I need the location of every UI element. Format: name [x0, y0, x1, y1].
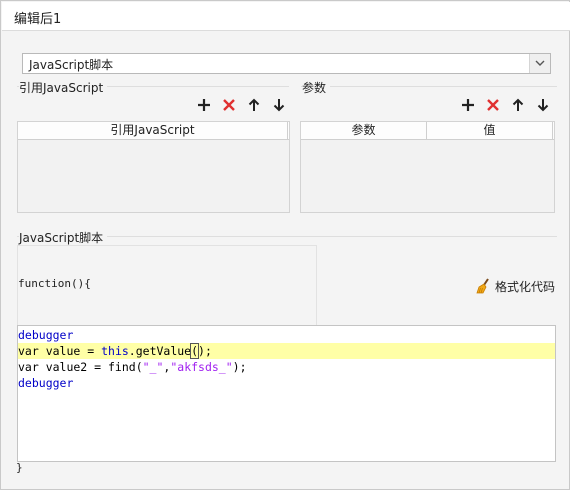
code-token: );: [232, 360, 247, 374]
param-section-label: 参数: [302, 79, 331, 96]
code-token: "akfsds_": [170, 360, 233, 374]
plus-icon[interactable]: [460, 97, 478, 115]
code-editor[interactable]: debugger var value = this.getValue(); var …: [17, 325, 556, 462]
function-header: function(){: [18, 277, 91, 290]
code-line[interactable]: var value = this.getValue();: [18, 343, 555, 359]
function-closing-brace: }: [16, 461, 23, 474]
window-title: 编辑后1: [14, 12, 62, 27]
column-header-value[interactable]: 值: [427, 122, 553, 139]
params-grid-header: 参数 值: [301, 122, 554, 140]
plus-icon[interactable]: [196, 97, 214, 115]
code-token: (: [190, 343, 200, 359]
code-token: this: [101, 344, 129, 358]
editor-window: 编辑后1 JavaScript脚本 引用JavaScript 引用JavaScr…: [0, 0, 570, 490]
red-x-icon[interactable]: [485, 97, 503, 115]
arrow-down-icon[interactable]: [535, 97, 553, 115]
script-type-select[interactable]: JavaScript脚本: [22, 53, 551, 74]
arrow-down-icon[interactable]: [271, 97, 289, 115]
code-line[interactable]: debugger: [18, 375, 555, 391]
code-token: debugger: [18, 376, 74, 390]
ref-js-grid-header: 引用JavaScript: [18, 122, 289, 140]
red-x-icon[interactable]: [221, 97, 239, 115]
arrow-up-icon[interactable]: [510, 97, 528, 115]
code-token: var value2 = find(: [18, 360, 143, 374]
code-token: debugger: [18, 328, 74, 342]
ref-section-label: 引用JavaScript: [19, 79, 108, 96]
code-token: .getValue: [128, 344, 192, 358]
script-type-value: JavaScript脚本: [29, 58, 114, 72]
code-token: );: [198, 344, 212, 358]
code-line[interactable]: var value2 = find("_","akfsds_");: [18, 359, 555, 375]
column-header-ref-js[interactable]: 引用JavaScript: [18, 122, 288, 139]
title-bar: 编辑后1: [2, 2, 570, 31]
code-line[interactable]: debugger: [18, 327, 555, 343]
code-token: var value =: [18, 344, 102, 358]
arrow-up-icon[interactable]: [246, 97, 264, 115]
chevron-down-icon[interactable]: [529, 54, 550, 73]
broom-icon: [476, 278, 489, 294]
param-section-divider: [301, 86, 557, 87]
format-code-label: 格式化代码: [495, 280, 556, 294]
params-grid[interactable]: 参数 值: [300, 121, 555, 213]
column-header-param[interactable]: 参数: [301, 122, 427, 139]
code-token: "_": [142, 360, 164, 374]
script-section-label: JavaScript脚本: [19, 229, 108, 246]
ref-js-grid[interactable]: 引用JavaScript: [17, 121, 290, 213]
